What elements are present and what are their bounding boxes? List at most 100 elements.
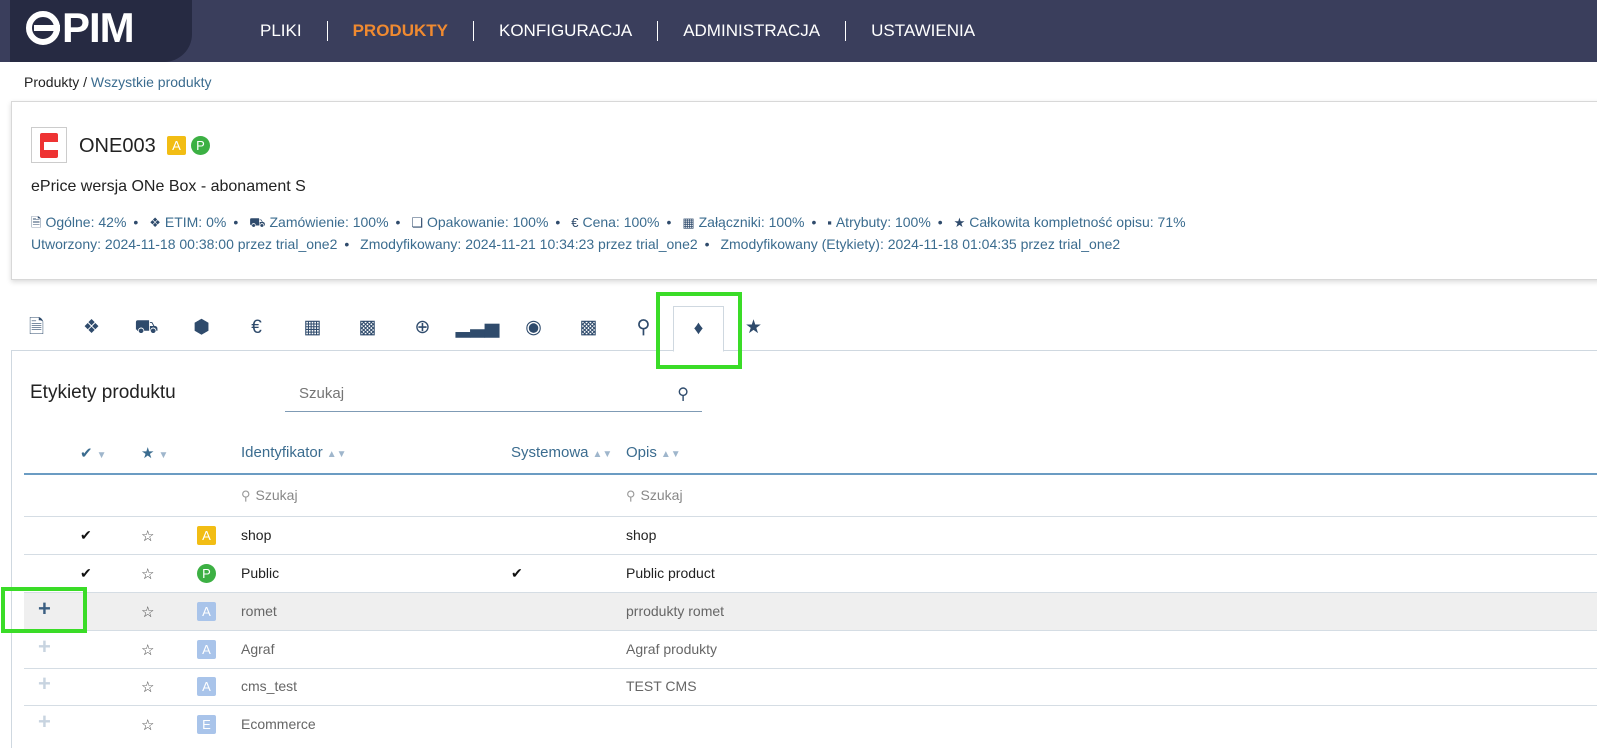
top-navbar: PIM PLIKI PRODUKTY KONFIGURACJA ADMINIST… xyxy=(0,0,1597,62)
col-opis[interactable]: Opis ▲▼ xyxy=(626,444,681,461)
nav-pliki[interactable]: PLIKI xyxy=(235,21,328,41)
table-row[interactable]: ✔ ☆ P Public ✔ Public product xyxy=(24,555,1597,593)
tab-global[interactable]: ◉ xyxy=(508,306,559,351)
product-thumbnail[interactable] xyxy=(31,127,67,163)
stat-atrybuty[interactable]: Atrybuty: 100% xyxy=(836,214,931,230)
tab-price[interactable]: € xyxy=(231,306,282,351)
search-input[interactable] xyxy=(285,376,655,410)
star-outline-icon[interactable]: ☆ xyxy=(141,641,154,659)
star-icon: ★ xyxy=(141,445,155,462)
label-badge: A xyxy=(197,640,216,659)
row-opis: Agraf produkty xyxy=(626,641,718,657)
col-opis-label: Opis xyxy=(626,444,657,461)
label-badge: E xyxy=(197,715,216,734)
assigned-check-icon[interactable]: ✔ xyxy=(80,527,92,544)
star-outline-icon[interactable]: ☆ xyxy=(141,565,154,583)
col-assigned-sort[interactable]: ✔ ▼ xyxy=(80,444,106,462)
tab-signal[interactable]: ▂▃▅ xyxy=(452,306,503,351)
completeness-stats: 🗎 Ogólne: 42% • ❖ ETIM: 0% • ⛟ Zamówienie: 10… xyxy=(31,214,1186,230)
etim-icon: ❖ xyxy=(82,317,101,338)
label-badge-p: P xyxy=(191,136,210,155)
row-identyfikator: Public xyxy=(241,565,280,581)
star-outline-icon[interactable]: ☆ xyxy=(141,716,154,734)
star-outline-icon[interactable]: ☆ xyxy=(141,603,154,621)
table-row[interactable]: ✔ ☆ A shop shop xyxy=(24,517,1597,555)
add-label-icon[interactable]: + xyxy=(38,709,51,735)
tab-modules[interactable]: ▩ xyxy=(563,306,614,351)
filter-opis[interactable]: ⚲ Szukaj xyxy=(626,487,683,504)
row-identyfikator: Ecommerce xyxy=(241,716,316,732)
note-icon: ▩ xyxy=(358,317,377,338)
breadcrumb-root[interactable]: Produkty xyxy=(24,74,79,90)
signal-icon: ▂▃▅ xyxy=(455,317,500,338)
tab-order[interactable]: ⛟ xyxy=(121,306,172,351)
table-row[interactable]: + ☆ A romet prrodukty romet xyxy=(24,593,1597,631)
table-row[interactable]: + ☆ E Ecommerce xyxy=(24,706,1597,744)
document-icon: 🗎 xyxy=(31,215,42,230)
table-row[interactable]: + ☆ A Agraf Agraf produkty xyxy=(24,631,1597,669)
nav-administracja[interactable]: ADMINISTRACJA xyxy=(658,21,847,41)
product-header-card: ONE003 A P ePrice wersja ONe Box - abona… xyxy=(11,101,1597,280)
truck-icon: ⛟ xyxy=(134,317,159,338)
label-badge: A xyxy=(197,526,216,545)
row-opis: shop xyxy=(626,527,657,543)
add-label-icon[interactable]: + xyxy=(38,634,51,660)
col-favorite-sort[interactable]: ★ ▼ xyxy=(141,444,168,462)
col-identyfikator-label: Identyfikator xyxy=(241,444,323,461)
sort-icon: ▲▼ xyxy=(592,449,613,460)
filter-identyfikator[interactable]: ⚲ Szukaj xyxy=(241,487,298,504)
star-icon: ★ xyxy=(744,317,763,338)
check-icon: ✔ xyxy=(80,445,93,462)
stat-etim[interactable]: ETIM: 0% xyxy=(165,214,226,230)
box-icon: ❏ xyxy=(411,215,423,230)
tab-additional[interactable]: ⊕ xyxy=(397,306,448,351)
nav-produkty[interactable]: PRODUKTY xyxy=(328,21,474,41)
row-identyfikator: romet xyxy=(241,603,277,619)
col-identyfikator[interactable]: Identyfikator ▲▼ xyxy=(241,444,347,461)
search-icon[interactable]: ⚲ xyxy=(677,384,689,404)
assigned-check-icon[interactable]: ✔ xyxy=(80,565,92,582)
row-identyfikator: Agraf xyxy=(241,641,275,657)
tab-general[interactable]: 🗎 xyxy=(11,306,62,351)
star-outline-icon[interactable]: ☆ xyxy=(141,527,154,545)
row-identyfikator: cms_test xyxy=(241,678,298,694)
stat-opakowanie[interactable]: Opakowanie: 100% xyxy=(427,214,548,230)
stat-calkowita[interactable]: Całkowita kompletność opisu: 71% xyxy=(969,214,1185,230)
panel-title: Etykiety produktu xyxy=(30,382,176,403)
logo-container[interactable]: PIM xyxy=(10,0,192,62)
puzzle-icon: ▩ xyxy=(579,317,598,338)
panel-search: ⚲ xyxy=(285,376,702,412)
nav-konfiguracja[interactable]: KONFIGURACJA xyxy=(474,21,659,41)
globe-icon: ◉ xyxy=(525,317,542,338)
tab-packaging[interactable]: ⬢ xyxy=(176,306,227,351)
system-check-icon: ✔ xyxy=(511,565,523,581)
table-row[interactable]: + ☆ A cms_test TEST CMS xyxy=(24,668,1597,706)
product-description: ePrice wersja ONe Box - abonament S xyxy=(31,178,306,195)
filter-row: ⚲ Szukaj ⚲ Szukaj xyxy=(24,476,1597,517)
tab-attachments[interactable]: ▦ xyxy=(287,306,338,351)
filter-opis-placeholder: Szukaj xyxy=(640,487,683,503)
stat-cena[interactable]: Cena: 100% xyxy=(582,214,659,230)
stat-zalaczniki[interactable]: Załączniki: 100% xyxy=(699,214,805,230)
etim-icon: ❖ xyxy=(149,215,161,230)
sort-icon: ▲▼ xyxy=(660,449,681,460)
image-icon: ▦ xyxy=(682,215,695,230)
tab-etim[interactable]: ❖ xyxy=(66,306,117,351)
stat-zamowienie[interactable]: Zamówienie: 100% xyxy=(269,214,388,230)
tab-attributes[interactable]: ▩ xyxy=(342,306,393,351)
row-opis: prrodukty romet xyxy=(626,603,725,619)
plus-circle-icon: ⊕ xyxy=(414,317,431,338)
epim-logo[interactable]: PIM xyxy=(26,4,135,52)
meta-modified: Zmodyfikowany: 2024-11-21 10:34:23 przez… xyxy=(360,236,698,252)
nav-ustawienia[interactable]: USTAWIENIA xyxy=(846,21,1000,41)
star-outline-icon[interactable]: ☆ xyxy=(141,678,154,696)
row-opis: Public product xyxy=(626,565,715,581)
meta-created: Utworzony: 2024-11-18 00:38:00 przez tri… xyxy=(31,236,338,252)
col-systemowa[interactable]: Systemowa ▲▼ xyxy=(511,444,612,461)
stat-ogolne[interactable]: Ogólne: 42% xyxy=(45,214,126,230)
breadcrumb-current[interactable]: Wszystkie produkty xyxy=(91,74,212,90)
highlight-box-tab xyxy=(656,292,742,369)
row-opis: TEST CMS xyxy=(626,678,697,694)
filter-identyfikator-placeholder: Szukaj xyxy=(255,487,298,503)
add-label-icon[interactable]: + xyxy=(38,671,51,697)
